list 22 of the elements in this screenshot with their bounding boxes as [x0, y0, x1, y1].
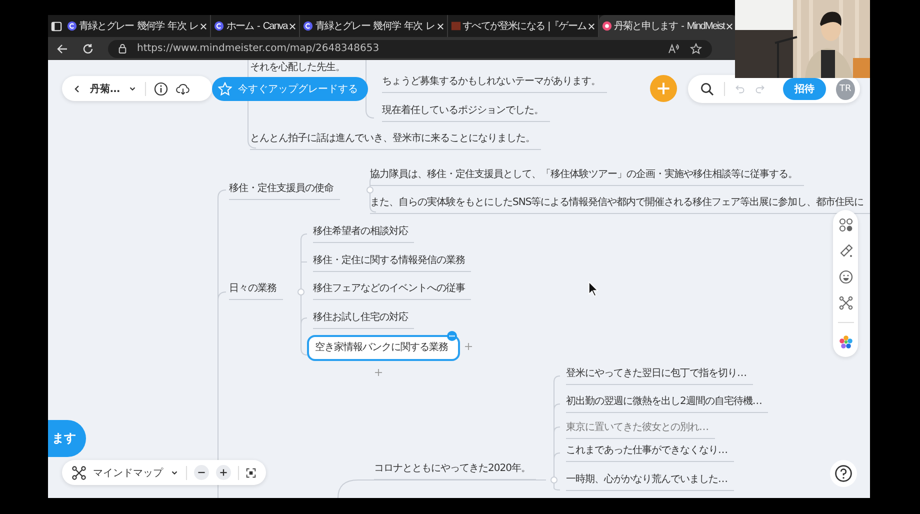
mind-map-node[interactable]: 初出勤の翌週に微熱を出し2週間の自宅待機…	[566, 394, 768, 413]
mind-map-node[interactable]: 移住・定住に関する情報発信の業務	[313, 253, 471, 272]
mind-map-node[interactable]: 移住お試し住宅の対応	[313, 310, 414, 329]
mind-map-node[interactable]: 現在着任しているポジションでした。	[382, 103, 550, 122]
mind-map-node[interactable]: 登米にやってきた翌日に包丁で指を切り…	[566, 366, 752, 385]
mind-map-node[interactable]: とんとん拍子に話は進んでいき、登米市に来ることになりました。	[250, 131, 541, 150]
address-field[interactable]: https://www.mindmeister.com/map/2648348653	[108, 40, 712, 58]
map-title[interactable]: 丹菊…	[90, 82, 120, 96]
browser-tab[interactable]: 丹菊と申します - MindMeist	[598, 15, 738, 37]
mind-map-node[interactable]: 移住・定住支援員の使命	[229, 181, 340, 200]
mind-map-node[interactable]: 移住フェアなどのイベントへの従事	[313, 281, 471, 300]
mind-map-node[interactable]: ちょうど募集するかもしれないテーマがあります。	[382, 74, 606, 93]
mind-map-node[interactable]: 移住希望者の相談対応	[313, 224, 414, 243]
mind-map-node[interactable]: 一時期、心がかなり荒んでいました…	[566, 472, 734, 491]
view-mode-label[interactable]: マインドマップ	[93, 466, 163, 480]
url-text: https://www.mindmeister.com/map/2648348653	[137, 43, 380, 54]
mind-map-node[interactable]: 空き家情報バンクに関する業務	[307, 335, 460, 361]
mind-map-node[interactable]: これまであった仕事ができなくなり…	[566, 443, 734, 462]
mind-map-node[interactable]: 東京に置いてきた彼女との別れ…	[566, 420, 714, 439]
mind-map-node[interactable]: 協力隊員は、移住・定住支援員として、「移住体験ツアー」の企画・実施や移住相談等に従事する。	[370, 167, 804, 186]
mind-map-node[interactable]: 日々の業務	[229, 281, 282, 300]
mind-map-node[interactable]: コロナとともにやってきた2020年。	[374, 461, 536, 480]
